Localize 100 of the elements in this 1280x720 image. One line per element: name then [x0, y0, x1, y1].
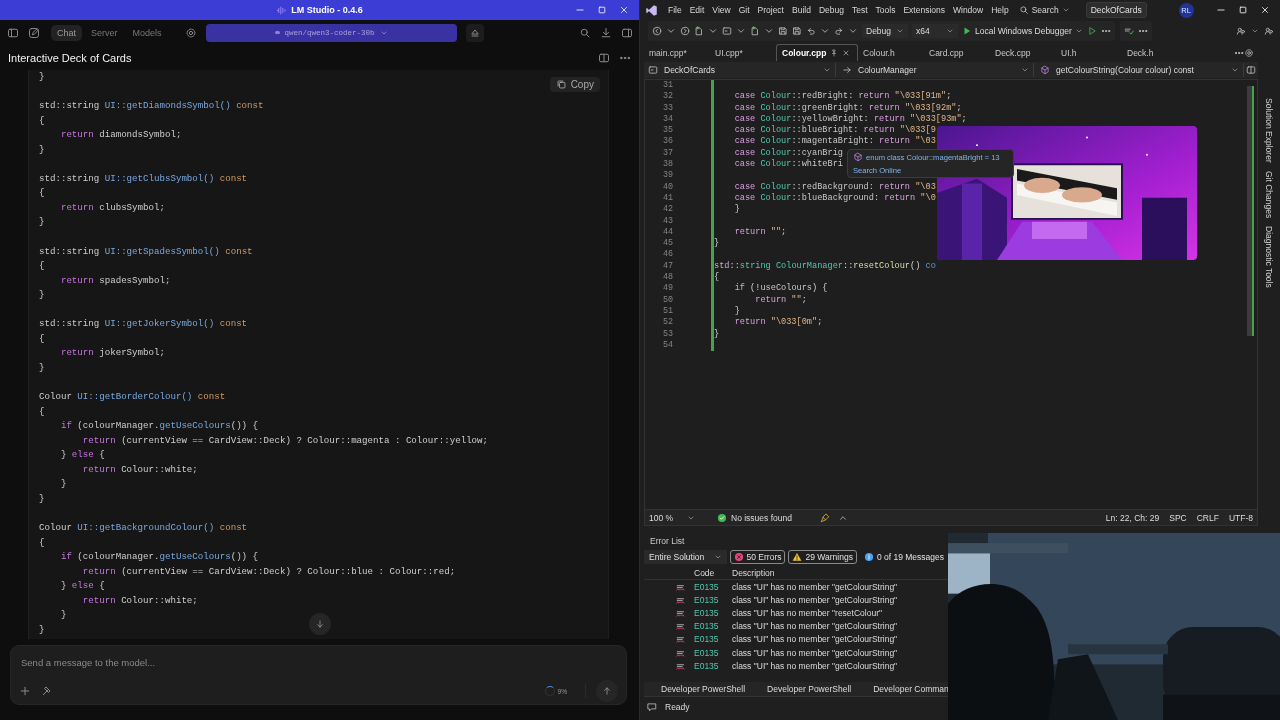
error-code-link[interactable]: E0135	[692, 621, 728, 632]
close-icon[interactable]	[842, 49, 851, 57]
brush-icon[interactable]	[819, 512, 830, 523]
file-tab[interactable]: UI.cpp*	[710, 44, 776, 61]
side-tab[interactable]: Solution Explorer	[1264, 98, 1274, 163]
save-icon[interactable]	[778, 26, 788, 36]
menu-item[interactable]: Help	[987, 5, 1013, 15]
nav-tab[interactable]: Models	[126, 24, 168, 41]
split-view-icon[interactable]	[598, 51, 610, 64]
save-all-icon[interactable]	[792, 26, 802, 36]
file-tab[interactable]: Card.cpp	[924, 44, 990, 61]
chevron-down-icon[interactable]	[736, 26, 746, 36]
navigation-dropdown[interactable]: getColourString(Colour colour) const	[1036, 63, 1244, 77]
new-file-icon[interactable]	[694, 26, 704, 36]
encoding[interactable]: UTF-8	[1228, 512, 1253, 523]
undo-icon[interactable]	[806, 26, 816, 36]
code-line: }	[39, 70, 45, 84]
sidebar-toggle-icon[interactable]	[7, 26, 19, 39]
chevron-down-icon[interactable]	[764, 26, 774, 36]
spell-check-icon[interactable]	[1123, 26, 1134, 36]
hammer-icon[interactable]	[41, 685, 53, 697]
error-code-link[interactable]: E0135	[692, 607, 728, 618]
file-tab[interactable]: Deck.h	[1122, 44, 1188, 61]
account-icon[interactable]	[1264, 26, 1274, 36]
cursor-position[interactable]: Ln: 22, Ch: 29	[1105, 512, 1160, 523]
zoom-dropdown[interactable]: 100 %	[649, 512, 699, 523]
redo-icon[interactable]	[834, 26, 844, 36]
chevron-down-icon[interactable]	[1251, 27, 1259, 35]
menu-item[interactable]: File	[664, 5, 686, 15]
bottom-tab[interactable]: Developer PowerShell	[767, 684, 852, 694]
line-endings[interactable]: CRLF	[1196, 512, 1219, 523]
start-debugger-button[interactable]: Local Windows Debugger	[962, 26, 1083, 36]
maximize-icon[interactable]	[597, 5, 607, 15]
chevron-down-icon[interactable]	[848, 26, 858, 36]
error-code-link[interactable]: E0135	[692, 647, 728, 658]
platform-dropdown[interactable]: x64	[912, 24, 958, 38]
close-icon[interactable]	[619, 5, 629, 15]
nav-tab[interactable]: Server	[85, 24, 124, 41]
menu-item[interactable]: Build	[788, 5, 815, 15]
file-tab[interactable]: Deck.cpp	[990, 44, 1056, 61]
menu-item[interactable]: View	[708, 5, 735, 15]
settings-icon[interactable]	[184, 26, 197, 39]
file-tab[interactable]: Colour.cpp	[776, 44, 858, 61]
error-code-link[interactable]: E0135	[692, 660, 728, 671]
menu-item[interactable]: Test	[847, 5, 872, 15]
table-cell-text: class "UI" has no member "getColourString"	[731, 594, 899, 605]
live-share-icon[interactable]	[1236, 26, 1246, 36]
new-chat-icon[interactable]	[28, 26, 40, 39]
pin-icon[interactable]	[830, 49, 839, 57]
copy-button[interactable]: Copy	[549, 77, 600, 92]
message-input[interactable]: Send a message to the model...	[19, 646, 618, 670]
error-code-link[interactable]: E0135	[692, 594, 728, 605]
forward-icon[interactable]	[680, 26, 690, 36]
close-icon[interactable]	[1260, 5, 1270, 15]
back-icon[interactable]	[652, 26, 662, 36]
column-header[interactable]: Code	[692, 567, 728, 578]
eject-button[interactable]	[465, 23, 484, 42]
navigation-dropdown[interactable]: DeckOfCards	[644, 63, 836, 77]
code-line: return (currentView == CardView::Deck) ? Colour::magenta : Colour::yellow;	[81, 433, 489, 448]
filter-toggle[interactable]: 29 Warnings	[788, 550, 857, 564]
panel-toggle-icon[interactable]	[621, 26, 633, 39]
error-code-link[interactable]: E0135	[692, 581, 728, 592]
error-code-link[interactable]: E0135	[692, 634, 728, 645]
menu-item[interactable]: Git	[734, 5, 754, 15]
chevron-down-icon[interactable]	[666, 26, 676, 36]
menu-item[interactable]: Debug	[814, 5, 848, 15]
search-button[interactable]: Search	[1018, 5, 1070, 15]
menu-item[interactable]: Window	[949, 5, 988, 15]
side-tab[interactable]: Git Changes	[1264, 170, 1274, 218]
navigation-dropdown[interactable]: ColourManager	[838, 63, 1034, 77]
side-tab[interactable]: Diagnostic Tools	[1264, 226, 1274, 288]
scrollbar[interactable]	[1247, 86, 1254, 336]
run-icon[interactable]	[1086, 26, 1097, 36]
split-editor-icon[interactable]	[1246, 65, 1256, 75]
bottom-tab[interactable]: Developer PowerShell	[661, 684, 746, 694]
plus-icon[interactable]	[19, 685, 31, 697]
menu-item[interactable]: Edit	[685, 5, 709, 15]
search-icon[interactable]	[579, 26, 591, 39]
menu-item[interactable]: Extensions	[899, 5, 949, 15]
file-tab[interactable]: Colour.h	[858, 44, 924, 61]
filter-toggle[interactable]: 50 Errors	[729, 550, 786, 564]
column-header[interactable]: Description	[728, 567, 948, 578]
file-tab[interactable]: UI.h	[1056, 44, 1122, 61]
filter-toggle[interactable]: 0 of 19 Messages	[859, 550, 948, 564]
file-icon[interactable]	[722, 26, 732, 36]
menu-item[interactable]: Tools	[871, 5, 900, 15]
download-icon[interactable]	[600, 26, 612, 39]
settings-icon[interactable]	[1244, 47, 1254, 58]
indent-mode[interactable]: SPC	[1169, 512, 1187, 523]
add-item-icon[interactable]	[750, 26, 760, 36]
chevron-down-icon[interactable]	[820, 26, 830, 36]
comment-icon[interactable]	[647, 702, 657, 712]
menu-item[interactable]: Project	[753, 5, 788, 15]
chevron-down-icon[interactable]	[708, 26, 718, 36]
configuration-dropdown[interactable]: Debug	[862, 24, 908, 38]
scope-dropdown[interactable]: Entire Solution	[644, 550, 727, 564]
maximize-icon[interactable]	[1238, 5, 1248, 15]
bottom-tab[interactable]: Developer Comman	[873, 684, 949, 694]
file-tab[interactable]: main.cpp*	[644, 44, 710, 61]
nav-tab[interactable]: Chat	[51, 24, 82, 41]
